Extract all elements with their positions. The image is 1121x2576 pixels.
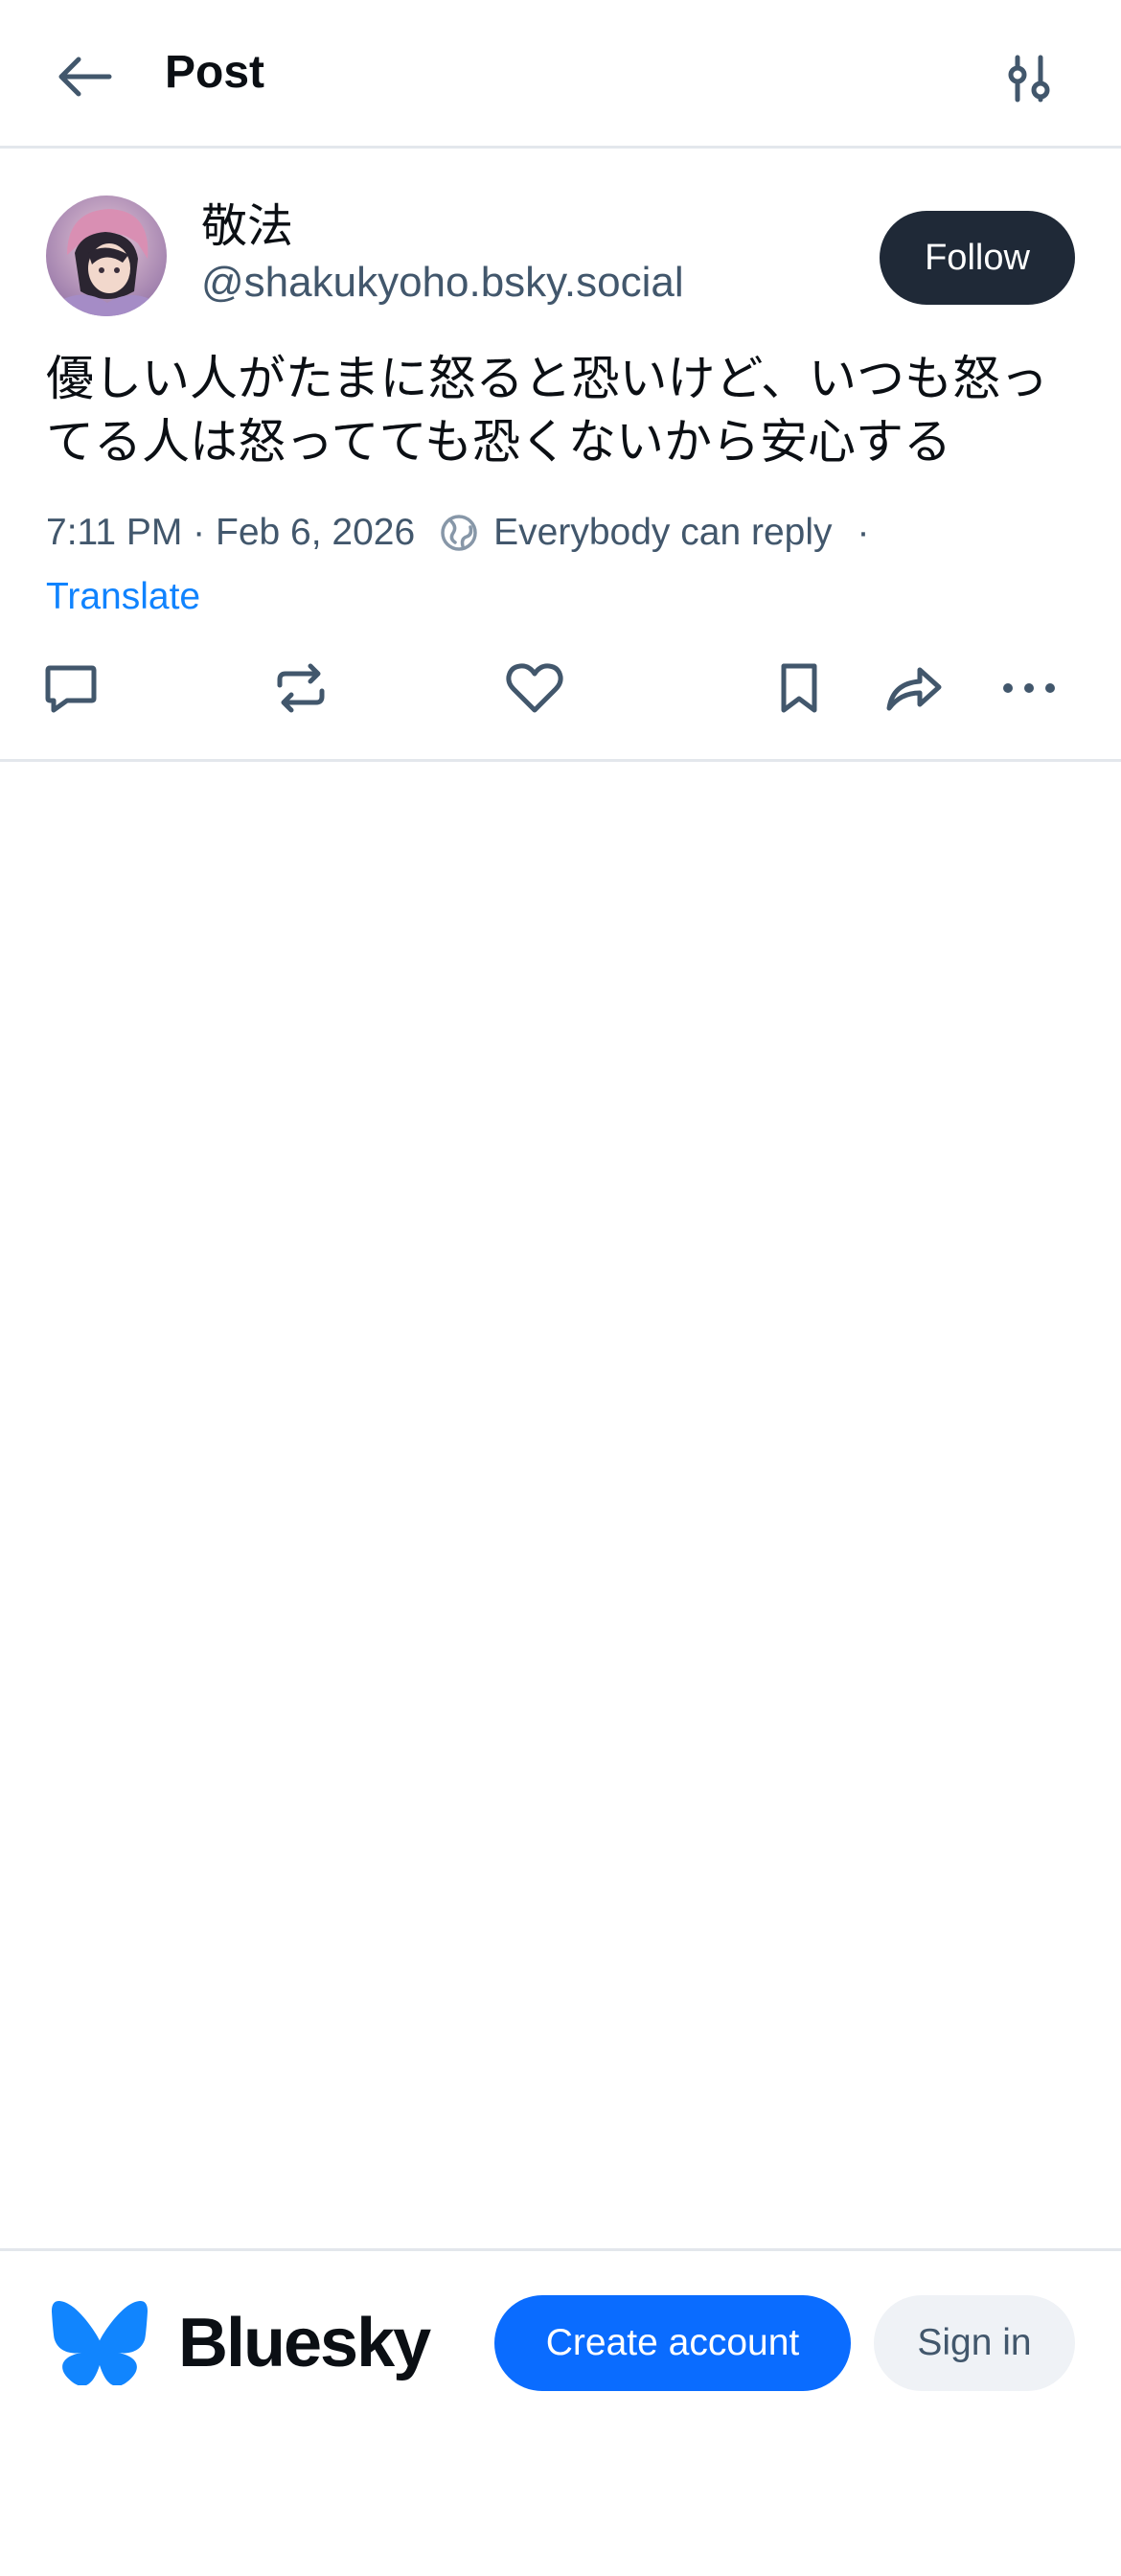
bookmark-icon (781, 663, 817, 713)
post-timestamp[interactable]: 7:11 PM · Feb 6, 2026 (46, 512, 415, 554)
page-title: Post (165, 47, 265, 98)
sliders-icon (1008, 55, 1050, 103)
back-button[interactable] (46, 38, 123, 115)
more-options-button[interactable] (991, 650, 1067, 726)
translate-link[interactable]: Translate (46, 573, 200, 621)
globe-icon (440, 514, 478, 552)
repost-icon (277, 663, 325, 713)
butterfly-icon (52, 2301, 148, 2385)
reply-setting: Everybody can reply (493, 512, 833, 553)
reply-icon (45, 665, 97, 713)
brand-name: Bluesky (178, 2305, 431, 2381)
share-button[interactable] (876, 650, 952, 726)
post-meta: 7:11 PM · Feb 6, 2026 Everybody can repl… (46, 506, 870, 560)
more-icon (1003, 683, 1055, 693)
top-bar: Post (0, 0, 1121, 149)
follow-button[interactable]: Follow (880, 211, 1075, 305)
post-actions (0, 650, 1121, 726)
author-display-name[interactable]: 敬法 (201, 199, 293, 255)
like-icon (506, 663, 563, 713)
like-button[interactable] (496, 650, 573, 726)
share-icon (886, 667, 942, 711)
create-account-button[interactable]: Create account (494, 2295, 851, 2391)
reply-button[interactable] (33, 650, 109, 726)
bluesky-logo: Bluesky (52, 2301, 431, 2385)
repost-button[interactable] (263, 650, 339, 726)
avatar[interactable] (46, 196, 167, 316)
post-thread-item: 敬法 @shakukyoho.bsky.social Follow 優しい人がた… (0, 151, 1121, 762)
signup-bar: Bluesky Create account Sign in (0, 2248, 1121, 2576)
arrow-left-icon (58, 57, 112, 97)
author-handle[interactable]: @shakukyoho.bsky.social (201, 257, 684, 309)
bookmark-button[interactable] (761, 650, 837, 726)
meta-separator: · (857, 512, 870, 553)
post-text: 優しい人がたまに怒ると恐いけど、いつも怒ってる人は怒ってても恐くないから安心する (46, 352, 1048, 469)
sign-in-button[interactable]: Sign in (874, 2295, 1075, 2391)
thread-settings-button[interactable] (993, 42, 1065, 115)
